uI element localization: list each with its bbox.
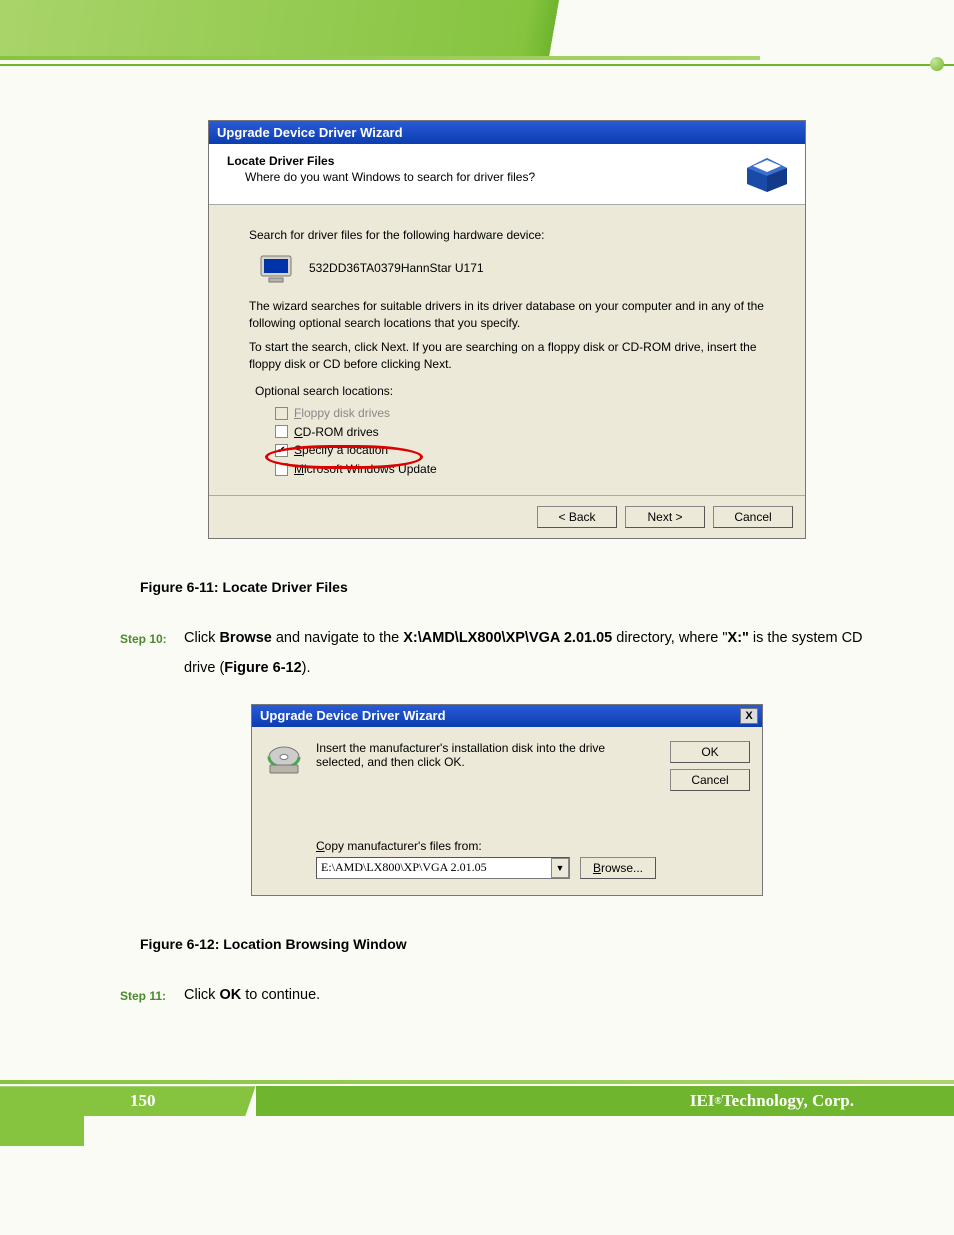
upgrade-wizard-dialog-1: Upgrade Device Driver Wizard Locate Driv… (208, 120, 806, 539)
step-11-text: Click OK to continue. (184, 980, 894, 1010)
check-cdrom-label: CD-ROM drives (294, 424, 379, 441)
copy-from-label: Copy manufacturer's files from: (316, 839, 656, 853)
monitor-icon (259, 254, 295, 284)
step-10-label: Step 10: (120, 623, 184, 684)
checkbox-icon (275, 407, 288, 420)
cancel-button[interactable]: Cancel (713, 506, 793, 528)
checkbox-icon (275, 463, 288, 476)
step-11-label: Step 11: (120, 980, 184, 1010)
figure-caption-1: Figure 6-11: Locate Driver Files (140, 579, 894, 595)
cd-icon (266, 741, 302, 777)
check-cdrom[interactable]: CD-ROM drives (275, 423, 765, 442)
browse-button[interactable]: Browse... (580, 857, 656, 879)
path-combobox[interactable]: ▼ (316, 857, 570, 879)
checkbox-icon (275, 425, 288, 438)
back-button[interactable]: < Back (537, 506, 617, 528)
optional-label: Optional search locations: (255, 383, 765, 400)
dialog1-heading: Locate Driver Files (227, 154, 733, 168)
upgrade-wizard-dialog-2: Upgrade Device Driver Wizard X Insert th… (251, 704, 763, 896)
check-msupdate[interactable]: Microsoft Windows Update (275, 460, 765, 479)
page-header-band (0, 0, 954, 80)
search-line: Search for driver files for the followin… (249, 227, 765, 244)
hardware-box-icon (743, 154, 791, 194)
desc-2: To start the search, click Next. If you … (249, 339, 765, 373)
dialog1-header-area: Locate Driver Files Where do you want Wi… (209, 144, 805, 205)
dropdown-arrow-icon[interactable]: ▼ (551, 858, 569, 878)
page-footer: 150 IEI® Technology, Corp. (0, 1080, 954, 1146)
corp-name: IEI® Technology, Corp. (690, 1086, 954, 1116)
checkbox-checked-icon: ✔ (275, 444, 288, 457)
check-floppy-label: Floppy disk drives (294, 405, 390, 422)
check-msupdate-label: Microsoft Windows Update (294, 461, 437, 478)
figure-caption-2: Figure 6-12: Location Browsing Window (140, 936, 894, 952)
page-body: Upgrade Device Driver Wizard Locate Driv… (0, 80, 954, 1050)
check-specify-label: Specify a location (294, 442, 388, 459)
path-input[interactable] (317, 858, 551, 877)
check-specify[interactable]: ✔ Specify a location (275, 441, 765, 460)
page-number: 150 (0, 1086, 256, 1116)
ok-button[interactable]: OK (670, 741, 750, 763)
dialog1-subheading: Where do you want Windows to search for … (245, 170, 733, 184)
cancel-button-2[interactable]: Cancel (670, 769, 750, 791)
dialog2-title: Upgrade Device Driver Wizard (260, 708, 446, 723)
next-button[interactable]: Next > (625, 506, 705, 528)
step-10-block: Step 10: Click Browse and navigate to th… (120, 623, 894, 684)
desc-1: The wizard searches for suitable drivers… (249, 298, 765, 332)
device-name: 532DD36TA0379HannStar U171 (309, 260, 484, 277)
dialog2-instruction: Insert the manufacturer's installation d… (316, 741, 656, 769)
dialog1-titlebar: Upgrade Device Driver Wizard (209, 121, 805, 144)
step-11-block: Step 11: Click OK to continue. (120, 980, 894, 1010)
step-10-text: Click Browse and navigate to the X:\AMD\… (184, 623, 894, 684)
close-button[interactable]: X (740, 708, 758, 724)
check-floppy[interactable]: Floppy disk drives (275, 404, 765, 423)
